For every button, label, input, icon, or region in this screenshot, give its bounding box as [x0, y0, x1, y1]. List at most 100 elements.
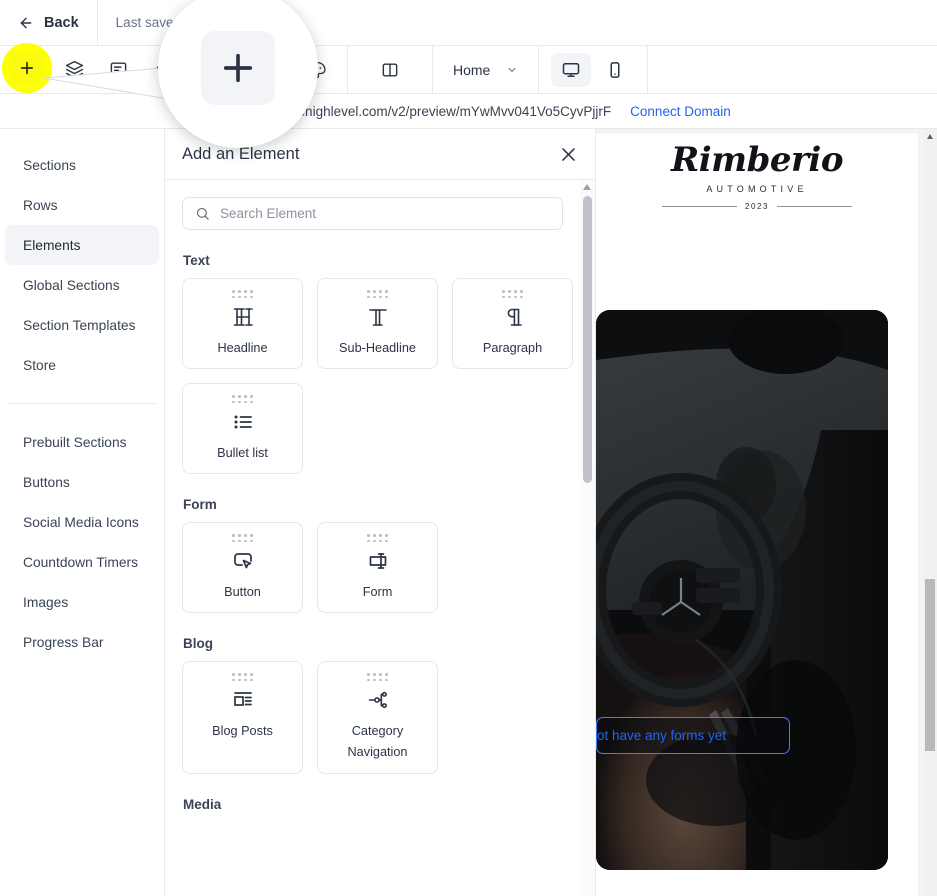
panel-title: Add an Element	[182, 144, 300, 163]
layers-button[interactable]	[54, 53, 94, 87]
mobile-view-button[interactable]	[595, 53, 635, 87]
form-empty-placeholder[interactable]: ot have any forms yet	[596, 717, 790, 754]
panel-scrollbar[interactable]	[580, 180, 595, 896]
element-card-form[interactable]: Form	[317, 522, 438, 613]
element-card-label: Headline	[217, 341, 268, 356]
element-card-label: Paragraph	[482, 341, 543, 356]
drag-handle-icon[interactable]	[232, 534, 253, 543]
sidebar-item-sections[interactable]: Sections	[5, 145, 159, 185]
form-empty-message: ot have any forms yet	[597, 728, 727, 743]
left-sidebar: Sections Rows Elements Global Sections S…	[0, 129, 165, 896]
search-element-field[interactable]	[182, 197, 563, 230]
hero-image[interactable]	[596, 310, 888, 870]
terminal-button[interactable]	[253, 53, 293, 87]
sidebar-divider	[8, 403, 156, 404]
back-button[interactable]: Back	[0, 0, 98, 46]
sidebar-item-social-media-icons[interactable]: Social Media Icons	[5, 502, 159, 542]
topbar: Back Last saved a	[0, 0, 937, 46]
element-card-label: Sub-Headline	[339, 341, 416, 356]
car-interior-steering-wheel-image	[596, 310, 888, 870]
page-preview: Rimberio AUTOMOTIVE 2023 ot have any for…	[596, 129, 937, 896]
drag-handle-icon[interactable]	[232, 290, 253, 299]
search-icon	[196, 207, 209, 220]
element-card-headline[interactable]: Headline	[182, 278, 303, 369]
subheadline-icon	[368, 309, 387, 326]
toolbar-layout-group	[348, 46, 432, 94]
terminal-icon	[265, 62, 281, 77]
comments-button[interactable]	[98, 53, 138, 87]
bullet-list-icon	[234, 415, 252, 429]
close-icon[interactable]	[559, 145, 578, 164]
comment-icon	[110, 62, 126, 75]
sidebar-item-section-templates[interactable]: Section Templates	[5, 305, 159, 345]
logo-rule-right	[777, 206, 853, 207]
drag-handle-icon[interactable]	[232, 395, 253, 404]
drag-handle-icon[interactable]	[232, 673, 253, 682]
sidebar-group-1: Sections Rows Elements Global Sections S…	[0, 145, 164, 385]
theme-button[interactable]	[297, 53, 337, 87]
panel-header: Add an Element	[165, 129, 595, 180]
toolbar-mid-group	[199, 46, 347, 94]
button-cursor-icon	[233, 553, 252, 569]
element-card-blog-posts[interactable]: Blog Posts	[182, 661, 303, 774]
code-button[interactable]	[142, 53, 182, 87]
chevron-down-icon	[508, 67, 516, 72]
sidebar-item-prebuilt-sections[interactable]: Prebuilt Sections	[5, 422, 159, 462]
paragraph-icon	[507, 308, 522, 326]
form-icon	[369, 553, 386, 570]
connect-domain-link[interactable]: Connect Domain	[630, 104, 731, 119]
sidebar-item-rows[interactable]: Rows	[5, 185, 159, 225]
element-card-button[interactable]: Button	[182, 522, 303, 613]
sidebar-item-progress-bar[interactable]: Progress Bar	[5, 622, 159, 662]
category-title-blog: Blog	[183, 636, 213, 651]
element-card-sub-headline[interactable]: Sub-Headline	[317, 278, 438, 369]
element-card-label: Blog Posts	[212, 724, 273, 739]
preview-canvas: Rimberio AUTOMOTIVE 2023 ot have any for…	[596, 134, 918, 896]
palette-icon	[308, 61, 326, 78]
device-toggle-group	[539, 46, 647, 94]
plus-icon	[23, 63, 37, 76]
sidebar-item-buttons[interactable]: Buttons	[5, 462, 159, 502]
element-card-paragraph[interactable]: Paragraph	[452, 278, 573, 369]
element-card-category-navigation[interactable]: Category Navigation	[317, 661, 438, 774]
page-selector[interactable]: Home	[433, 46, 538, 94]
page-audit-button[interactable]	[209, 53, 249, 87]
panel-scrollbar-thumb[interactable]	[583, 196, 592, 483]
preview-scrollbar-thumb[interactable]	[925, 579, 935, 751]
layout-button[interactable]	[370, 53, 410, 87]
sidebar-item-images[interactable]: Images	[5, 582, 159, 622]
add-element-panel: Add an Element Text Headline Sub-Headl	[165, 129, 596, 896]
sidebar-item-store[interactable]: Store	[5, 345, 159, 385]
category-title-text: Text	[183, 253, 210, 268]
sidebar-item-global-sections[interactable]: Global Sections	[5, 265, 159, 305]
sidebar-item-countdown-timers[interactable]: Countdown Timers	[5, 542, 159, 582]
category-nav-icon	[368, 692, 387, 709]
preview-scrollbar[interactable]	[923, 129, 937, 896]
page-builder-app: Back Last saved a Home https://app.gohig…	[0, 0, 937, 896]
element-card-label: Button	[224, 585, 261, 600]
headline-icon	[233, 308, 253, 326]
drag-handle-icon[interactable]	[367, 673, 388, 682]
element-card-bullet-list[interactable]: Bullet list	[182, 383, 303, 474]
drag-handle-icon[interactable]	[502, 290, 523, 299]
element-card-label: Bullet list	[217, 446, 268, 461]
mobile-icon	[610, 61, 620, 78]
category-cards-form: Button Form	[182, 522, 579, 613]
logo-brand-name: Rimberio	[670, 140, 844, 180]
site-logo: Rimberio AUTOMOTIVE 2023	[596, 139, 918, 299]
preview-url: https://app.gohighlevel.com/v2/preview/m…	[223, 103, 612, 119]
add-element-button[interactable]	[10, 52, 50, 87]
code-icon	[154, 63, 170, 76]
desktop-view-button[interactable]	[551, 52, 592, 87]
search-input[interactable]	[220, 206, 550, 221]
document-search-icon	[222, 61, 236, 78]
editor-toolbar: Home	[0, 45, 937, 94]
drag-handle-icon[interactable]	[367, 534, 388, 543]
scroll-up-arrow-icon[interactable]	[927, 134, 933, 139]
category-cards-text: Headline Sub-Headline Paragraph Bullet l…	[182, 278, 579, 474]
drag-handle-icon[interactable]	[367, 290, 388, 299]
sidebar-item-elements[interactable]: Elements	[5, 225, 159, 265]
toolbar-left-group	[0, 46, 192, 94]
scroll-up-arrow-icon[interactable]	[583, 184, 591, 190]
toolbar-divider-5	[647, 45, 649, 94]
